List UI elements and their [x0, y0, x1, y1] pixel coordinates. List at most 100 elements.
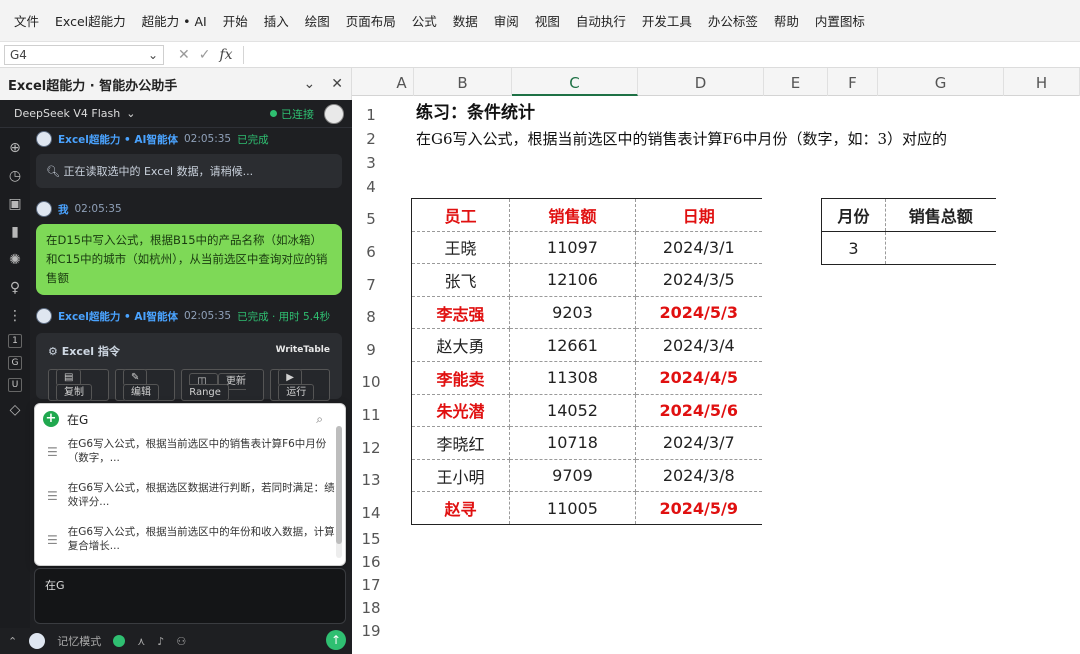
name-box[interactable]: G4 ⌄ — [4, 44, 164, 65]
tip-icon[interactable]: ♀ — [5, 278, 25, 298]
table-header[interactable]: 员工 — [411, 198, 510, 232]
amount-cell[interactable]: 10718 — [509, 426, 636, 460]
tab-office-tabs[interactable]: 办公标签 — [708, 11, 758, 30]
table-header[interactable]: 月份 — [821, 198, 886, 232]
chevron-down-icon[interactable]: ⌄ — [304, 76, 316, 92]
tab-page-layout[interactable]: 页面布局 — [346, 11, 396, 30]
chart-icon[interactable]: ▮ — [5, 222, 25, 242]
row-header[interactable]: 4 — [352, 178, 390, 196]
deepseek-icon[interactable] — [113, 635, 126, 647]
send-button[interactable]: ↑ — [326, 630, 346, 650]
employee-cell[interactable]: 赵大勇 — [411, 328, 510, 362]
date-cell[interactable]: 2024/5/6 — [635, 394, 762, 428]
tab-builtin-icons[interactable]: 内置图标 — [815, 11, 865, 30]
tab-review[interactable]: 审阅 — [494, 11, 519, 30]
employee-cell[interactable]: 朱光潜 — [411, 394, 510, 428]
amount-cell[interactable]: 12106 — [509, 263, 636, 297]
copy-button[interactable]: ▤ 复制 — [48, 369, 109, 401]
employee-cell[interactable]: 张飞 — [411, 263, 510, 297]
row-header[interactable]: 2 — [352, 130, 390, 148]
tab-home[interactable]: 开始 — [223, 11, 248, 30]
tab-help[interactable]: 帮助 — [774, 11, 799, 30]
tab-excel-power[interactable]: Excel超能力 — [55, 11, 126, 30]
camera-icon[interactable]: ▣ — [5, 194, 25, 214]
sheet-description[interactable]: 在G6写入公式，根据当前选区中的销售表计算F6中月份（数字，如：3）对应的 — [416, 128, 947, 149]
model-selector[interactable]: DeepSeek V4 Flash — [14, 107, 120, 120]
table-header[interactable]: 销售额 — [509, 198, 636, 232]
amount-cell[interactable]: 11005 — [509, 491, 636, 525]
row-header[interactable]: 8 — [352, 308, 390, 326]
employee-cell[interactable]: 李晓红 — [411, 426, 510, 460]
amount-cell[interactable]: 9709 — [509, 459, 636, 493]
row-header[interactable]: 1 — [352, 106, 390, 124]
date-cell[interactable]: 2024/3/5 — [635, 263, 762, 297]
avatar[interactable] — [324, 104, 344, 124]
suggestion-item[interactable]: ☰ 在G6写入公式，根据当前选区中的年份和收入数据，计算复合增长... — [35, 522, 345, 566]
close-icon[interactable]: ✕ — [331, 76, 343, 92]
total-cell[interactable] — [885, 231, 996, 265]
date-cell[interactable]: 2024/5/9 — [635, 491, 762, 525]
search-icon[interactable]: ⌕ — [316, 412, 323, 427]
employee-cell[interactable]: 李能卖 — [411, 361, 510, 395]
sheet-title[interactable]: 练习：条件统计 — [416, 98, 535, 123]
mic-icon[interactable]: ♪ — [157, 635, 164, 648]
scrollbar[interactable] — [336, 426, 342, 558]
row-header[interactable]: 16 — [352, 553, 390, 571]
update-range-button[interactable]: ◫ 更新Range — [181, 369, 265, 401]
tab-automate[interactable]: 自动执行 — [576, 11, 626, 30]
table-header[interactable]: 日期 — [635, 198, 762, 232]
date-cell[interactable]: 2024/3/8 — [635, 459, 762, 493]
row-header[interactable]: 9 — [352, 341, 390, 359]
date-cell[interactable]: 2024/5/3 — [635, 296, 762, 330]
row-header[interactable]: 14 — [352, 504, 390, 522]
month-cell[interactable]: 3 — [821, 231, 886, 265]
spreadsheet[interactable]: A B C D E F G H 1 2 3 4 5 6 7 8 9 10 11 … — [352, 68, 1080, 654]
amount-cell[interactable]: 12661 — [509, 328, 636, 362]
history-icon[interactable]: ◷ — [5, 166, 25, 186]
date-cell[interactable]: 2024/3/7 — [635, 426, 762, 460]
employee-cell[interactable]: 李志强 — [411, 296, 510, 330]
add-icon[interactable]: ⊕ — [5, 138, 25, 158]
amount-cell[interactable]: 11308 — [509, 361, 636, 395]
amount-cell[interactable]: 11097 — [509, 231, 636, 265]
employee-cell[interactable]: 赵寻 — [411, 491, 510, 525]
edit-button[interactable]: ✎ 编辑 — [114, 369, 176, 401]
column-header[interactable]: H — [1004, 68, 1080, 96]
row-header[interactable]: 11 — [352, 406, 390, 424]
column-header[interactable]: B — [414, 68, 512, 96]
run-button[interactable]: ▶ 运行 — [270, 369, 331, 401]
confirm-icon[interactable]: ✓ — [199, 47, 211, 63]
scrollbar-thumb[interactable] — [336, 426, 342, 544]
row-header[interactable]: 7 — [352, 276, 390, 294]
column-header[interactable]: E — [764, 68, 828, 96]
date-cell[interactable]: 2024/3/4 — [635, 328, 762, 362]
column-header[interactable]: C — [512, 68, 638, 96]
u-icon[interactable]: U — [8, 378, 22, 392]
table-header[interactable]: 销售总额 — [885, 198, 996, 232]
amount-cell[interactable]: 9203 — [509, 296, 636, 330]
gem-icon[interactable]: ◇ — [5, 400, 25, 420]
column-header[interactable]: A — [390, 68, 414, 96]
row-header[interactable]: 6 — [352, 243, 390, 261]
suggestion-item[interactable]: ☰ 在G6写入公式，根据选区数据进行判断，若同时满足：绩效评分... — [35, 478, 345, 522]
expand-icon[interactable]: ⌃ — [8, 635, 17, 648]
tool-icon[interactable]: ⋏ — [137, 635, 145, 648]
settings-icon[interactable]: ✺ — [5, 250, 25, 270]
tab-view[interactable]: 视图 — [535, 11, 560, 30]
date-cell[interactable]: 2024/4/5 — [635, 361, 762, 395]
memory-mode-toggle[interactable]: 记忆模式 — [57, 633, 101, 649]
people-icon[interactable]: ⚇ — [176, 635, 186, 648]
column-header[interactable]: D — [638, 68, 764, 96]
add-icon[interactable]: + — [43, 411, 59, 427]
row-header[interactable]: 15 — [352, 530, 390, 548]
suggestion-item[interactable]: ☰ 在G6写入公式，根据当前选区中的销售表计算F6中月份（数字，... — [35, 434, 345, 478]
chat-input[interactable]: 在G — [34, 568, 346, 624]
more-icon[interactable]: ⋮ — [5, 306, 25, 326]
row-header[interactable]: 12 — [352, 439, 390, 457]
row-header[interactable]: 13 — [352, 471, 390, 489]
tab-file[interactable]: 文件 — [14, 11, 39, 30]
row-header[interactable]: 3 — [352, 154, 390, 172]
amount-cell[interactable]: 14052 — [509, 394, 636, 428]
row-header[interactable]: 18 — [352, 599, 390, 617]
tab-power-ai[interactable]: 超能力 • AI — [142, 11, 207, 30]
